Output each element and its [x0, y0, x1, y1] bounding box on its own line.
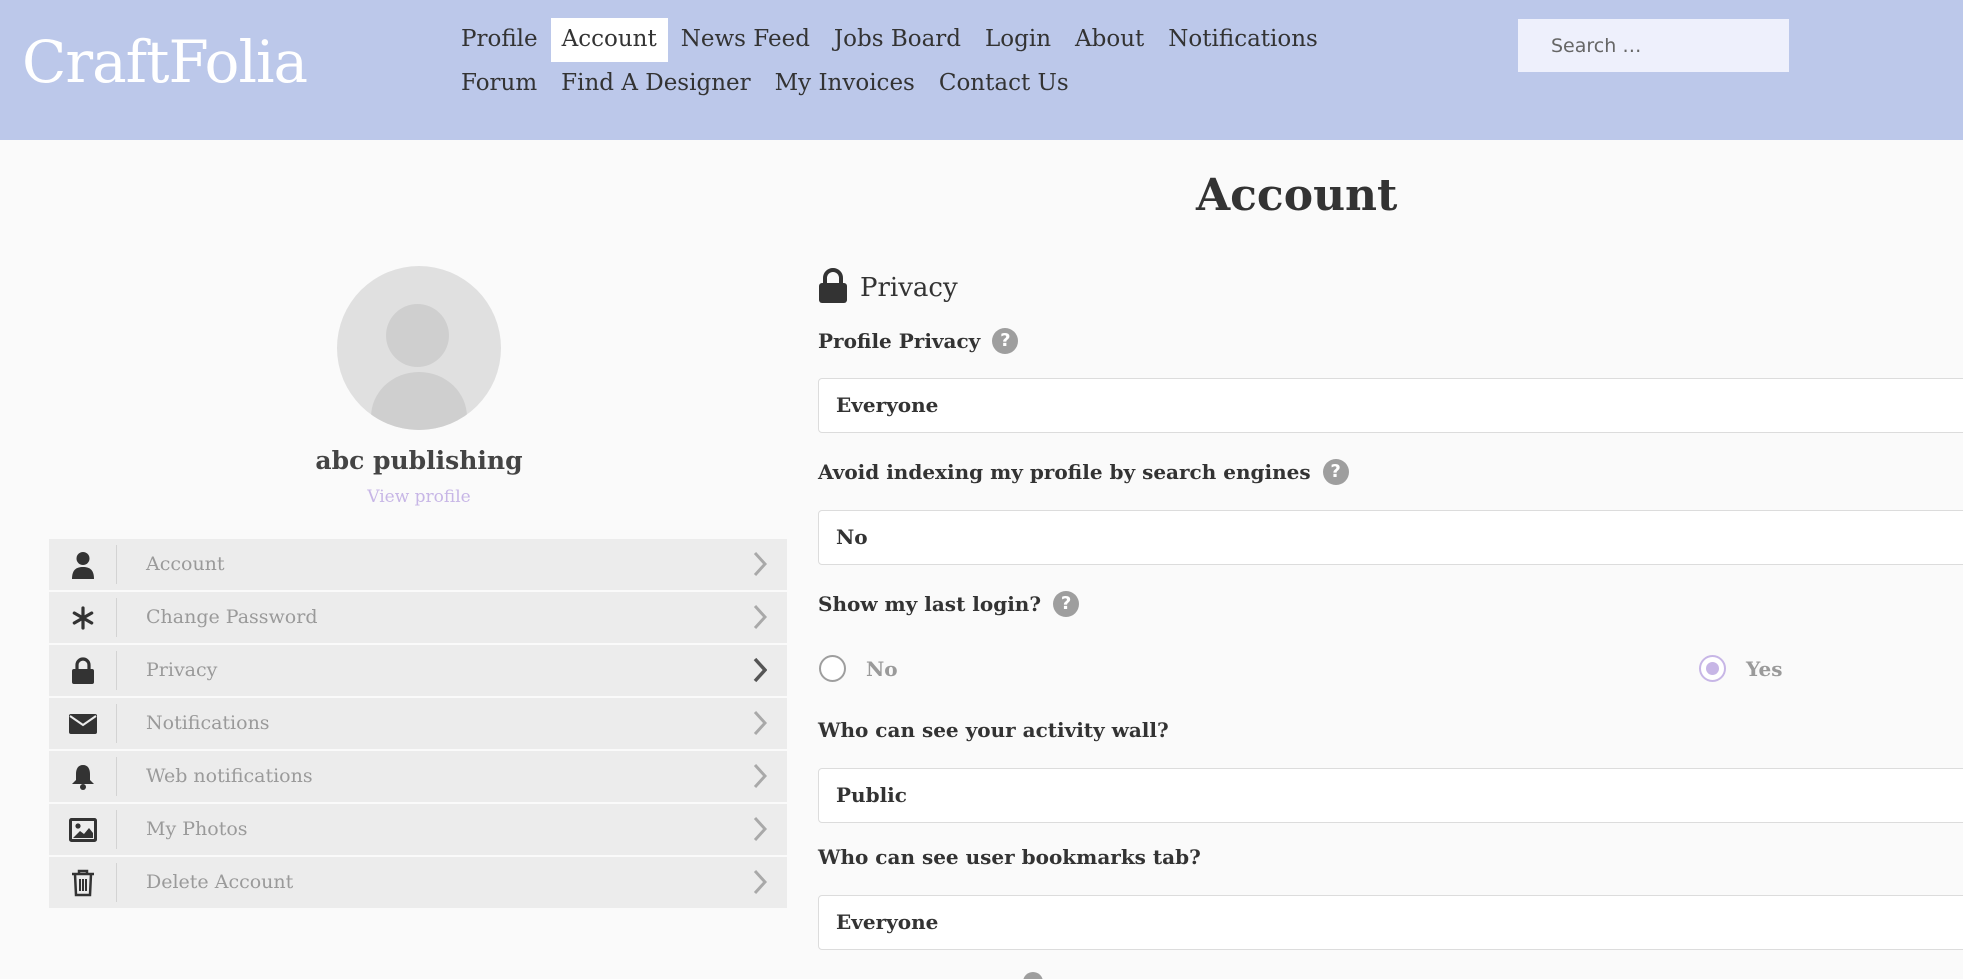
- sidebar-divider: [116, 757, 117, 796]
- lock-icon: [49, 645, 117, 696]
- sidebar-item-label: Privacy: [146, 659, 218, 681]
- site-header: CraftFolia Profile Account News Feed Job…: [0, 0, 1963, 140]
- sidebar-divider: [116, 545, 117, 584]
- chevron-right-icon: [747, 869, 773, 895]
- user-icon: [49, 539, 117, 590]
- field-label-text: Show my last login?: [818, 592, 1042, 616]
- last-login-radio-no[interactable]: No: [819, 655, 898, 682]
- chevron-right-icon: [747, 816, 773, 842]
- sidebar-item-label: Web notifications: [146, 765, 313, 787]
- view-profile-link[interactable]: View profile: [300, 487, 538, 507]
- asterisk-icon: [49, 592, 117, 643]
- page-title: Account: [1196, 170, 1398, 221]
- chevron-right-icon: [747, 763, 773, 789]
- sidebar-divider: [116, 863, 117, 902]
- profile-privacy-label: Profile Privacy ?: [818, 328, 1019, 354]
- nav-item-profile[interactable]: Profile: [450, 18, 549, 62]
- avatar-head-shape: [386, 304, 449, 367]
- nav-item-forum[interactable]: Forum: [450, 62, 548, 106]
- field-label-text: Who can see your activity wall?: [818, 718, 1169, 742]
- sidebar-item-my-photos[interactable]: My Photos: [49, 804, 787, 855]
- nav-item-jobs-board[interactable]: Jobs Board: [823, 18, 972, 62]
- last-login-radio-yes[interactable]: Yes: [1699, 655, 1783, 682]
- trash-icon: [49, 857, 117, 908]
- chevron-right-icon: [747, 604, 773, 630]
- field-label-text: Profile Privacy: [818, 329, 981, 353]
- chevron-right-icon: [747, 657, 773, 683]
- sidebar-divider: [116, 651, 117, 690]
- nav-item-about[interactable]: About: [1064, 18, 1155, 62]
- search-input[interactable]: Search …: [1518, 19, 1789, 72]
- show-last-login-label: Show my last login? ?: [818, 591, 1080, 617]
- activity-wall-select[interactable]: Public: [818, 768, 1963, 823]
- main-nav: Profile Account News Feed Jobs Board Log…: [450, 18, 1430, 106]
- bookmarks-tab-label: Who can see user bookmarks tab?: [818, 845, 1201, 869]
- avatar[interactable]: [337, 266, 501, 430]
- field-label-text: Who can see user bookmarks tab?: [818, 845, 1201, 869]
- nav-item-news-feed[interactable]: News Feed: [670, 18, 821, 62]
- nav-item-notifications[interactable]: Notifications: [1157, 18, 1329, 62]
- radio-button[interactable]: [819, 655, 846, 682]
- section-title: Privacy: [860, 273, 958, 303]
- sidebar-item-privacy[interactable]: Privacy: [49, 645, 787, 696]
- sidebar-item-label: Notifications: [146, 712, 270, 734]
- field-label-text: Avoid indexing my profile by search engi…: [818, 460, 1311, 484]
- profile-privacy-select[interactable]: Everyone: [818, 378, 1963, 433]
- bookmarks-tab-select[interactable]: Everyone: [818, 895, 1963, 950]
- nav-item-find-a-designer[interactable]: Find A Designer: [550, 62, 761, 106]
- account-sidebar: Account Change Password Privacy Notifica…: [49, 539, 787, 910]
- bell-icon: [49, 751, 117, 802]
- avatar-body-shape: [371, 372, 467, 430]
- help-icon[interactable]: [1023, 972, 1043, 979]
- chevron-right-icon: [747, 551, 773, 577]
- sidebar-item-label: Delete Account: [146, 871, 294, 893]
- help-icon[interactable]: ?: [992, 328, 1019, 354]
- envelope-icon: [49, 698, 117, 749]
- chevron-right-icon: [747, 710, 773, 736]
- sidebar-item-label: My Photos: [146, 818, 248, 840]
- sidebar-item-notifications[interactable]: Notifications: [49, 698, 787, 749]
- sidebar-item-web-notifications[interactable]: Web notifications: [49, 751, 787, 802]
- nav-item-login[interactable]: Login: [974, 18, 1062, 62]
- sidebar-divider: [116, 810, 117, 849]
- sidebar-item-label: Account: [146, 553, 225, 575]
- help-icon[interactable]: ?: [1053, 591, 1080, 617]
- radio-button-checked[interactable]: [1699, 655, 1726, 682]
- nav-item-account[interactable]: Account: [550, 18, 668, 62]
- sidebar-item-label: Change Password: [146, 606, 318, 628]
- nav-item-my-invoices[interactable]: My Invoices: [764, 62, 926, 106]
- sidebar-item-delete-account[interactable]: Delete Account: [49, 857, 787, 908]
- sidebar-divider: [116, 704, 117, 743]
- site-logo[interactable]: CraftFolia: [22, 28, 308, 96]
- activity-wall-label: Who can see your activity wall?: [818, 718, 1169, 742]
- radio-label: Yes: [1746, 656, 1783, 681]
- avoid-indexing-select[interactable]: No: [818, 510, 1963, 565]
- sidebar-item-account[interactable]: Account: [49, 539, 787, 590]
- help-icon[interactable]: ?: [1322, 459, 1349, 485]
- user-name: abc publishing: [315, 446, 523, 475]
- radio-label: No: [866, 656, 898, 681]
- nav-item-contact-us[interactable]: Contact Us: [928, 62, 1080, 106]
- image-icon: [49, 804, 117, 855]
- sidebar-item-change-password[interactable]: Change Password: [49, 592, 787, 643]
- lock-icon: [818, 268, 848, 308]
- privacy-section-header: Privacy: [818, 268, 958, 308]
- avoid-indexing-label: Avoid indexing my profile by search engi…: [818, 459, 1349, 485]
- sidebar-divider: [116, 598, 117, 637]
